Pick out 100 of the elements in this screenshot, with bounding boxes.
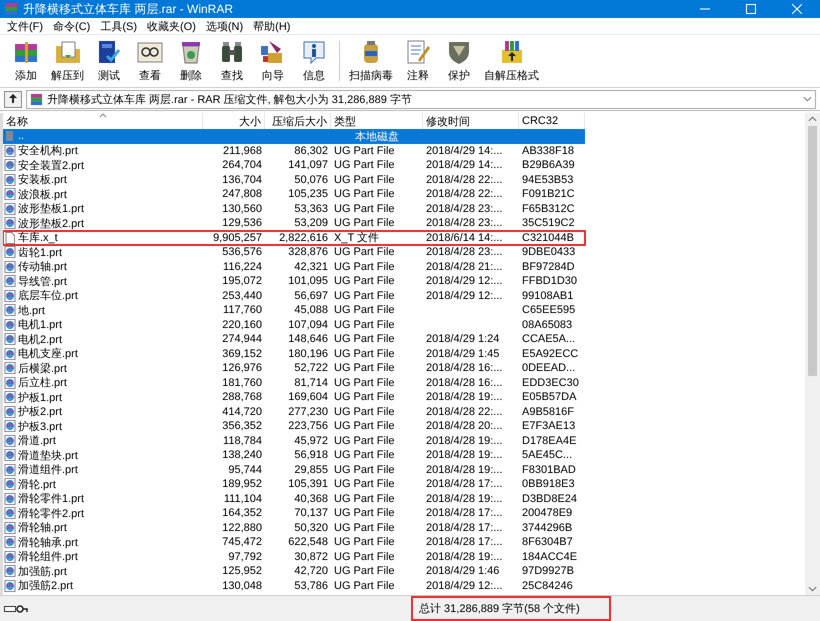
toolbar-button[interactable]: 查看 bbox=[130, 38, 170, 83]
table-cell: 129,536 bbox=[222, 217, 262, 230]
file-name: 后立柱.prt bbox=[18, 376, 67, 390]
table-cell: UG Part File bbox=[334, 406, 395, 418]
file-row[interactable]: 滑轮零件1.prt 111,104 40,368 UG Part File 2018/4/28 19:... D3BD8E24 bbox=[3, 492, 585, 506]
file-row[interactable]: 滑轮组件.prt 97,792 30,872 UG Part File 2018/4/28 19:... 184ACC4E bbox=[3, 550, 585, 564]
table-cell: UG Part File bbox=[334, 217, 395, 230]
table-cell: 2,822,616 bbox=[279, 232, 328, 244]
file-row[interactable]: 后立柱.prt 181,760 81,714 UG Part File 2018/4/28 16:... EDD3EC30 bbox=[3, 376, 585, 390]
toolbar-button[interactable]: 添加 bbox=[6, 38, 46, 83]
maximize-icon bbox=[746, 4, 756, 14]
table-cell: 99108AB1 bbox=[522, 290, 574, 302]
toolbar-button[interactable]: 删除 bbox=[171, 38, 211, 83]
file-row[interactable]: 波浪板.prt 247,808 105,235 UG Part File 2018/4/28 22:... F091B21C bbox=[3, 187, 585, 202]
table-cell: 2018/4/28 16:... bbox=[426, 362, 502, 374]
file-row[interactable]: 滑轮.prt 189,952 105,391 UG Part File 2018/4/28 17:... 0BB918E3 bbox=[3, 477, 585, 492]
file-row[interactable]: 护板1.prt 288,768 169,604 UG Part File 2018/4/28 19:... E05B57DA bbox=[3, 390, 585, 404]
scrollbar-thumb[interactable] bbox=[808, 126, 817, 376]
table-cell: 247,808 bbox=[222, 188, 262, 200]
table-cell: 56,918 bbox=[294, 449, 328, 462]
table-cell: 29,855 bbox=[294, 464, 328, 476]
table-cell: 2018/4/28 19:... bbox=[426, 492, 502, 505]
file-row[interactable]: 安装板.prt 136,704 50,076 UG Part File 2018/4/28 22:... 94E53B53 bbox=[3, 172, 585, 187]
toolbar-button[interactable]: 查找 bbox=[212, 38, 252, 83]
file-row[interactable]: 底层车位.prt 253,440 56,697 UG Part File 2018/4/29 12:... 99108AB1 bbox=[3, 288, 585, 303]
file-row[interactable]: 齿轮1.prt 536,576 328,876 UG Part File 2018/4/28 23:... 9DBE0433 bbox=[3, 245, 585, 260]
file-row[interactable]: 波形垫板2.prt 129,536 53,209 UG Part File 2018/4/28 23:... 35C519C2 bbox=[3, 216, 585, 230]
table-cell: 2018/4/28 19:... bbox=[426, 434, 502, 447]
file-row[interactable]: 护板2.prt 414,720 277,230 UG Part File 2018/4/28 22:... A9B5816F bbox=[3, 404, 585, 419]
globe-file-icon bbox=[4, 159, 16, 172]
file-row[interactable]: 电机支座.prt 369,152 180,196 UG Part File 2018/4/29 1:45 E5A92ECC bbox=[3, 346, 585, 361]
table-cell: F65B312C bbox=[522, 202, 575, 215]
file-row[interactable]: 滑轮轴承.prt 745,472 622,548 UG Part File 2018/4/28 17:... 8F6304B7 bbox=[3, 535, 585, 550]
file-row[interactable]: 电机1.prt 220,160 107,094 UG Part File 08A65083 bbox=[3, 318, 585, 332]
up-folder-button[interactable] bbox=[4, 90, 22, 108]
file-row[interactable]: 导线管.prt 195,072 101,095 UG Part File 2018/4/29 12:... FFBD1D30 bbox=[3, 274, 585, 288]
file-name: 车库.x_t bbox=[18, 231, 58, 246]
menu-item[interactable]: 命令(C) bbox=[48, 18, 96, 34]
table-cell: 328,876 bbox=[288, 246, 328, 258]
file-name: 安全机构.prt bbox=[18, 144, 78, 158]
table-cell: 2018/4/29 14:... bbox=[426, 144, 502, 157]
file-row[interactable]: 加强筋.prt 125,952 42,720 UG Part File 2018/4/29 1:46 97D9927B bbox=[3, 564, 585, 578]
file-row[interactable]: 加强筋2.prt 130,048 53,786 UG Part File 2018/4/29 12:... 25C84246 bbox=[3, 578, 585, 593]
table-cell: AB338F18 bbox=[522, 144, 574, 157]
globe-file-icon bbox=[4, 565, 16, 578]
file-row[interactable]: 滑轮零件2.prt 164,352 70,137 UG Part File 2018/4/28 17:... 200478E9 bbox=[3, 506, 585, 520]
toolbar-button[interactable]: 扫描病毒 bbox=[345, 38, 397, 83]
table-cell: 2018/6/14 14:... bbox=[426, 232, 502, 244]
table-cell: 08A65083 bbox=[522, 318, 572, 331]
file-row[interactable]: .. 本地磁盘 bbox=[3, 129, 585, 144]
books-icon bbox=[4, 2, 18, 16]
file-row[interactable]: 地.prt 117,760 45,088 UG Part File C65EE595 bbox=[3, 303, 585, 318]
table-cell: UG Part File bbox=[334, 449, 395, 462]
table-cell: UG Part File bbox=[334, 275, 395, 288]
file-name: 滑道垫块.prt bbox=[18, 448, 78, 463]
file-row[interactable]: 波形垫板1.prt 130,560 53,363 UG Part File 2018/4/28 23:... F65B312C bbox=[3, 202, 585, 216]
file-row[interactable]: 滑轮轴.prt 122,880 50,320 UG Part File 2018/4/28 17:... 3744296B bbox=[3, 520, 585, 535]
file-row[interactable]: 安全装置2.prt 264,704 141,097 UG Part File 2018/4/29 14:... B29B6A39 bbox=[3, 158, 585, 172]
menu-item[interactable]: 选项(N) bbox=[200, 18, 248, 34]
file-row[interactable]: 传动轴.prt 116,224 42,321 UG Part File 2018/4/28 21:... BF97284D bbox=[3, 260, 585, 274]
toolbar-button[interactable]: 测试 bbox=[89, 38, 129, 83]
table-cell: UG Part File bbox=[334, 304, 395, 316]
table-cell: UG Part File bbox=[334, 376, 395, 389]
file-row[interactable]: 电机2.prt 274,944 148,646 UG Part File 2018/4/29 1:24 CCAE5A... bbox=[3, 332, 585, 346]
toolbar-button[interactable]: 保护 bbox=[439, 38, 479, 83]
file-row[interactable]: 安全机构.prt 211,968 86,302 UG Part File 2018/4/29 14:... AB338F18 bbox=[3, 144, 585, 158]
toolbar-button[interactable]: 解压到 bbox=[47, 38, 88, 83]
menu-item[interactable]: 收藏夹(O) bbox=[142, 18, 201, 34]
toolbar-button[interactable]: 信息 bbox=[294, 38, 334, 83]
table-cell: 2018/4/28 22:... bbox=[426, 188, 502, 200]
globe-file-icon bbox=[4, 434, 16, 447]
file-name: 滑道.prt bbox=[18, 434, 56, 448]
globe-file-icon bbox=[4, 464, 16, 476]
table-cell: 200478E9 bbox=[522, 507, 572, 520]
file-row[interactable]: 后横梁.prt 126,976 52,722 UG Part File 2018/4/28 16:... 0DEEAD... bbox=[3, 361, 585, 376]
scrollbar[interactable] bbox=[805, 113, 820, 595]
toolbar-button[interactable]: 向导 bbox=[253, 38, 293, 83]
table-cell: 3744296B bbox=[522, 522, 572, 534]
toolbar-button[interactable]: 自解压格式 bbox=[480, 38, 543, 83]
menu-item[interactable]: 文件(F) bbox=[2, 18, 48, 34]
menu-item[interactable]: 工具(S) bbox=[95, 18, 142, 34]
table-cell: 45,088 bbox=[294, 304, 328, 316]
file-row[interactable]: 车库.x_t 9,905,257 2,822,616 X_T 文件 2018/6/14 14:... C321044B bbox=[3, 230, 585, 245]
file-name: 电机1.prt bbox=[18, 318, 62, 332]
books-icon bbox=[30, 92, 43, 106]
file-name: 齿轮1.prt bbox=[18, 246, 62, 260]
globe-file-icon bbox=[4, 174, 16, 186]
file-row[interactable]: 护板3.prt 356,352 223,756 UG Part File 2018/4/28 20:... E7F3AE13 bbox=[3, 419, 585, 434]
toolbar-button[interactable]: 注释 bbox=[398, 38, 438, 83]
table-cell: UG Part File bbox=[334, 318, 395, 331]
file-row[interactable]: 滑道.prt 118,784 45,972 UG Part File 2018/4/28 19:... D178EA4E bbox=[3, 434, 585, 448]
table-cell: UG Part File bbox=[334, 202, 395, 215]
table-cell: UG Part File bbox=[334, 348, 395, 360]
file-row[interactable]: 滑道组件.prt 95,744 29,855 UG Part File 2018/4/28 19:... F8301BAD bbox=[3, 462, 585, 477]
file-row[interactable]: 滑道垫块.prt 138,240 56,918 UG Part File 2018/4/28 19:... 5AE45C... bbox=[3, 448, 585, 462]
globe-file-icon bbox=[4, 420, 16, 432]
menu-item[interactable]: 帮助(H) bbox=[248, 18, 296, 34]
table-cell: 8F6304B7 bbox=[522, 536, 573, 548]
table-cell: 622,548 bbox=[288, 536, 328, 548]
path-field[interactable]: 升降横移式立体车库 两层.rar - RAR 压缩文件, 解包大小为 31,286,889 字节 bbox=[26, 90, 816, 108]
